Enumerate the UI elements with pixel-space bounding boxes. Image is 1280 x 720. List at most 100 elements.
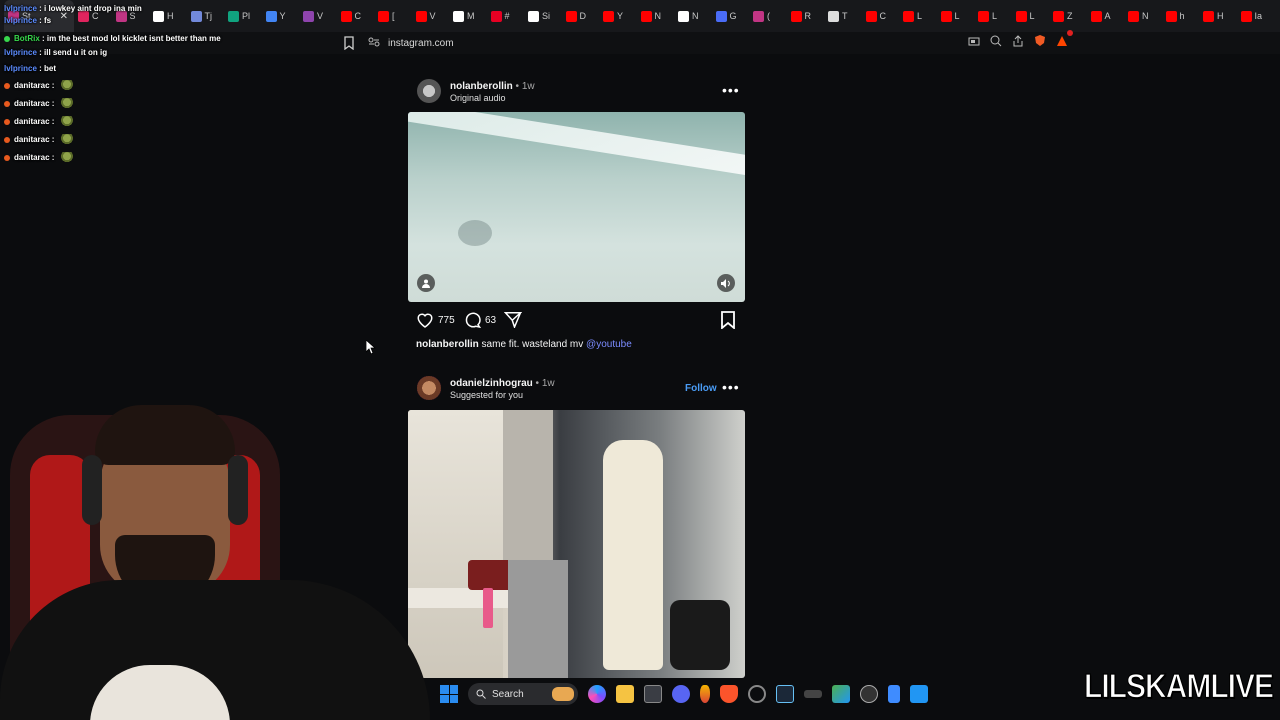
mouse-cursor-icon xyxy=(365,339,377,359)
browser-tab[interactable]: V xyxy=(299,0,337,32)
tab-label: M xyxy=(467,11,475,21)
caption-text: same fit. wasteland mv xyxy=(478,339,587,350)
taskbar-search[interactable]: Search xyxy=(468,683,578,705)
cast-icon[interactable] xyxy=(968,34,980,52)
file-explorer-icon[interactable] xyxy=(616,685,634,703)
post-video[interactable] xyxy=(408,410,745,678)
browser-tab[interactable]: Pl xyxy=(224,0,262,32)
save-icon[interactable] xyxy=(720,311,736,334)
tab-label: # xyxy=(504,11,510,21)
app-icon[interactable] xyxy=(700,685,710,703)
browser-tab[interactable]: M xyxy=(449,0,487,32)
browser-tab[interactable]: Y xyxy=(599,0,637,32)
post-username[interactable]: nolanberollin xyxy=(450,81,513,92)
avatar[interactable] xyxy=(417,79,441,103)
more-options-icon[interactable]: ••• xyxy=(722,379,740,395)
search-label: Search xyxy=(492,688,524,700)
windows-start-icon[interactable] xyxy=(440,685,458,703)
post-username[interactable]: odanielzinhograu xyxy=(450,378,533,389)
audio-on-icon[interactable] xyxy=(717,274,735,292)
search-highlight-icon xyxy=(552,687,574,701)
app-icon[interactable] xyxy=(910,685,928,703)
share-icon[interactable] xyxy=(1012,34,1024,52)
address-bar[interactable]: instagram.com xyxy=(362,30,1073,52)
browser-tab[interactable]: ( xyxy=(749,0,787,32)
notepad-icon[interactable] xyxy=(888,685,900,703)
chat-username: danitarac xyxy=(14,117,50,127)
caption-mention[interactable]: @youtube xyxy=(586,339,632,350)
brave-rewards-icon[interactable] xyxy=(1056,30,1073,52)
tab-label: H xyxy=(167,11,174,21)
browser-tab-strip: St ✕ C S H Tj Pl Y V C[V M # Si D Y N N G(R T C L L L L Z A Nh H Ia xyxy=(0,0,1280,32)
browser-tab[interactable]: T xyxy=(824,0,862,32)
chat-message: danitarac : xyxy=(4,152,73,164)
browser-tab[interactable]: H xyxy=(149,0,187,32)
app-icon[interactable] xyxy=(832,685,850,703)
like-icon[interactable] xyxy=(416,311,434,333)
tagged-user-icon[interactable] xyxy=(417,274,435,292)
browser-tab[interactable]: H xyxy=(1199,0,1237,32)
browser-tab[interactable]: # xyxy=(487,0,525,32)
obs-icon[interactable] xyxy=(748,685,766,703)
favicon-icon xyxy=(1240,10,1252,22)
browser-tab[interactable]: Z xyxy=(1049,0,1087,32)
browser-tab[interactable]: N xyxy=(1124,0,1162,32)
tab-label: V xyxy=(317,11,324,21)
app-icon[interactable] xyxy=(860,685,878,703)
browser-tab[interactable]: Y xyxy=(262,0,300,32)
comment-icon[interactable] xyxy=(463,311,482,333)
steam-icon[interactable] xyxy=(776,685,794,703)
zoom-icon[interactable] xyxy=(990,34,1002,52)
browser-tab[interactable]: L xyxy=(899,0,937,32)
browser-tab[interactable]: C xyxy=(337,0,375,32)
discord-icon[interactable] xyxy=(672,685,690,703)
browser-tab[interactable]: N xyxy=(674,0,712,32)
caption-username[interactable]: nolanberollin xyxy=(416,339,479,350)
browser-tab[interactable]: C xyxy=(862,0,900,32)
goblin-emote-icon xyxy=(60,152,73,164)
browser-tab[interactable]: h xyxy=(1162,0,1200,32)
site-info-icon[interactable] xyxy=(368,37,380,50)
tab-label: Y xyxy=(617,11,624,21)
tab-label: Tj xyxy=(204,11,213,21)
browser-tab[interactable]: V xyxy=(412,0,450,32)
favicon-icon xyxy=(453,10,464,22)
goblin-emote-icon xyxy=(60,134,73,146)
microsoft-store-icon[interactable] xyxy=(644,685,662,703)
favicon-icon xyxy=(1090,10,1102,22)
brave-shields-icon[interactable] xyxy=(1034,34,1046,52)
more-options-icon[interactable]: ••• xyxy=(722,82,740,98)
browser-tab[interactable]: Tj xyxy=(187,0,225,32)
share-icon[interactable] xyxy=(503,311,523,333)
favicon-icon xyxy=(340,10,352,22)
tab-label: N xyxy=(692,11,699,21)
post-audio[interactable]: Original audio xyxy=(450,93,506,103)
tab-label: ( xyxy=(767,11,770,21)
favicon-icon xyxy=(1128,10,1139,22)
tab-label: L xyxy=(917,11,923,21)
app-icon[interactable] xyxy=(804,690,822,698)
browser-tab[interactable]: D xyxy=(562,0,600,32)
tab-label: C xyxy=(879,11,887,21)
browser-tab[interactable]: R xyxy=(787,0,825,32)
copilot-icon[interactable] xyxy=(588,685,606,703)
browser-tab[interactable]: L xyxy=(1012,0,1050,32)
post-caption: nolanberollin same fit. wasteland mv @yo… xyxy=(416,339,632,350)
browser-tab[interactable]: G xyxy=(712,0,750,32)
bookmark-page-icon[interactable] xyxy=(343,36,355,55)
browser-tab[interactable]: L xyxy=(974,0,1012,32)
goblin-emote-icon xyxy=(60,80,73,92)
browser-tab[interactable]: N xyxy=(637,0,675,32)
browser-tab[interactable]: A xyxy=(1087,0,1125,32)
follow-button[interactable]: Follow xyxy=(685,383,717,394)
favicon-icon xyxy=(753,10,764,22)
browser-tab[interactable]: L xyxy=(937,0,975,32)
browser-tab[interactable]: Si xyxy=(524,0,562,32)
brave-browser-icon[interactable] xyxy=(720,685,738,703)
browser-tab[interactable]: Ia xyxy=(1237,0,1275,32)
tab-label: H xyxy=(1217,11,1224,21)
favicon-icon xyxy=(940,10,952,22)
search-icon xyxy=(476,689,486,699)
browser-tab[interactable]: [ xyxy=(374,0,412,32)
post-video[interactable] xyxy=(408,112,745,302)
